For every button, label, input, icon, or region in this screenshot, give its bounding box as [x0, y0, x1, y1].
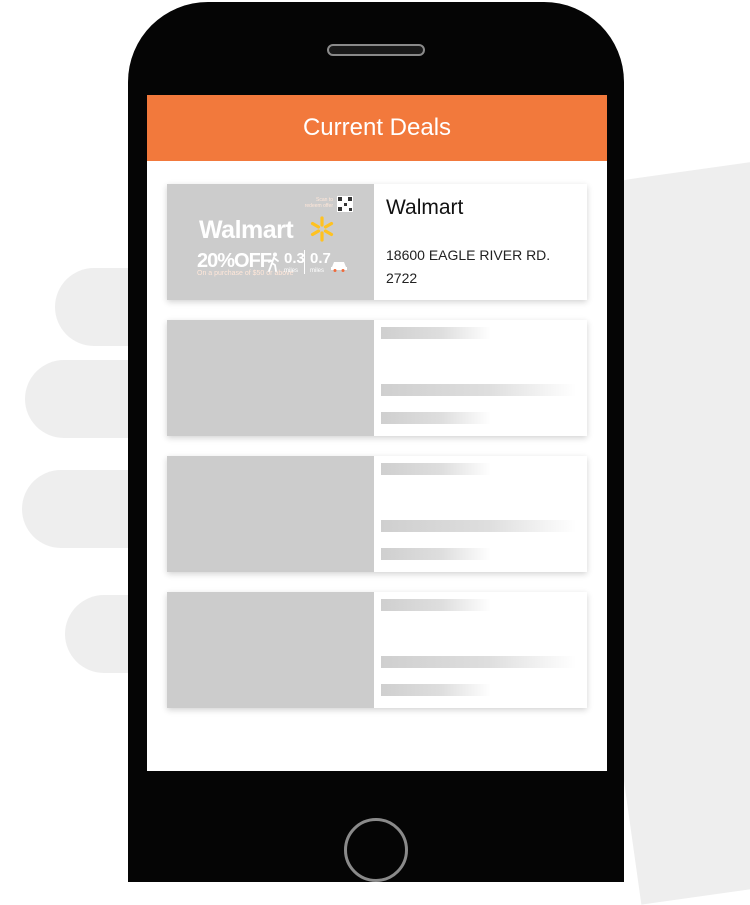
ad-brand-logo: Walmart [199, 216, 294, 244]
text-placeholder [381, 599, 491, 611]
ad-divider [304, 250, 305, 274]
image-placeholder [167, 592, 374, 708]
deal-store-address: 18600 EAGLE RIVER RD. 2722 [386, 244, 576, 290]
car-icon [331, 262, 347, 272]
text-placeholder [381, 520, 576, 532]
ad-qr-caption: Scan to redeem offer [304, 197, 333, 209]
image-placeholder [167, 456, 374, 572]
text-placeholder [381, 327, 491, 339]
phone-home-button[interactable] [344, 818, 408, 882]
deal-card-placeholder [167, 320, 587, 436]
deal-card-placeholder [167, 456, 587, 572]
image-placeholder [167, 320, 374, 436]
text-placeholder [381, 656, 576, 668]
text-placeholder [381, 412, 491, 424]
walking-person-icon [268, 252, 279, 272]
ad-drive-unit: miles [310, 268, 325, 274]
deal-store-name: Walmart [386, 196, 464, 219]
ad-walk-unit: miles [284, 268, 299, 274]
deal-ad-image: Scan to redeem offer Walmart 20%OFF On a… [167, 184, 374, 300]
app-header: Current Deals [147, 95, 607, 161]
text-placeholder [381, 684, 491, 696]
text-placeholder [381, 548, 491, 560]
walmart-spark-icon [310, 216, 334, 242]
page-title: Current Deals [302, 114, 452, 141]
text-placeholder [381, 384, 576, 396]
deal-card-walmart[interactable]: Scan to redeem offer Walmart 20%OFF On a… [167, 184, 587, 300]
address-line-1: 18600 EAGLE RIVER RD. [386, 247, 551, 263]
phone-screen: Current Deals Scan to redeem offer Walma… [147, 95, 607, 771]
address-line-2: 2722 [386, 270, 418, 286]
phone-speaker [327, 44, 425, 56]
qr-code-icon [337, 196, 353, 212]
ad-walk-distance: 0.3 [284, 250, 305, 267]
text-placeholder [381, 463, 491, 475]
ad-drive-distance: 0.7 [310, 250, 331, 267]
deal-card-placeholder [167, 592, 587, 708]
